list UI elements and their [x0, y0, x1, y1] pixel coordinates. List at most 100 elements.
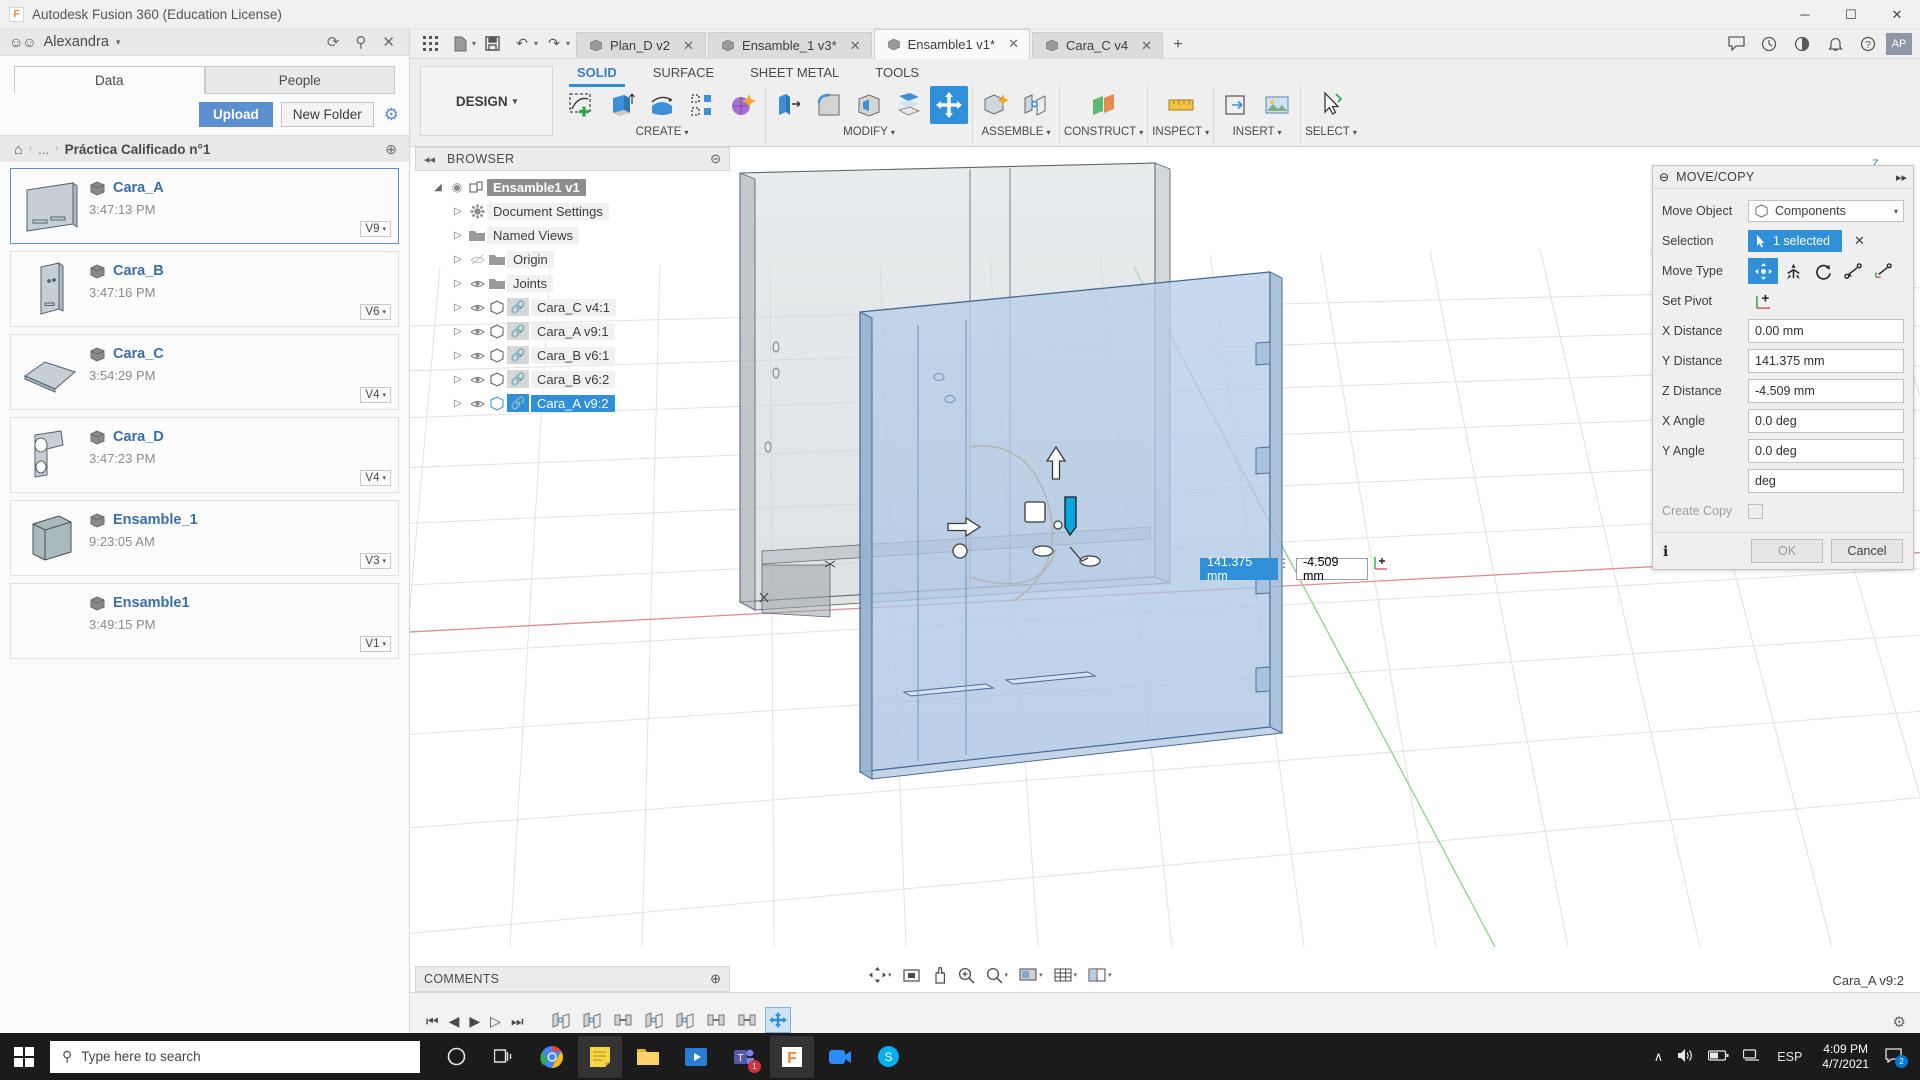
teams-app[interactable]: T 1: [722, 1036, 766, 1078]
close-icon[interactable]: ✕: [1008, 36, 1019, 52]
comments-icon[interactable]: [1721, 31, 1751, 57]
timeline-feature[interactable]: [703, 1007, 729, 1033]
ribbon-tab-tools[interactable]: TOOLS: [857, 59, 937, 85]
file-icon[interactable]: [446, 31, 474, 57]
timeline-feature[interactable]: [672, 1007, 698, 1033]
timeline-feature[interactable]: [579, 1007, 605, 1033]
measure-icon[interactable]: [1162, 86, 1200, 124]
ribbon-group-label[interactable]: MODIFY ▾: [843, 126, 895, 138]
search-input[interactable]: ⚲ Type here to search: [50, 1040, 420, 1073]
action-center-icon[interactable]: 2: [1879, 1047, 1914, 1068]
ribbon-group-label[interactable]: SELECT ▾: [1305, 126, 1357, 138]
y-distance-input[interactable]: 141.375 mm: [1748, 349, 1904, 373]
ok-button[interactable]: OK: [1751, 539, 1823, 563]
start-button[interactable]: [0, 1033, 48, 1080]
grid-snaps-icon[interactable]: ▾: [1050, 963, 1082, 987]
expander-icon[interactable]: ▷: [449, 350, 467, 361]
viewports-icon[interactable]: ▾: [1084, 963, 1116, 987]
pan-icon[interactable]: [927, 963, 951, 987]
chrome-app[interactable]: [530, 1036, 574, 1078]
undo-icon[interactable]: ↶: [508, 31, 536, 57]
expander-icon[interactable]: ▷: [449, 278, 467, 289]
file-card[interactable]: Ensamble1 3:49:15 PM V1 ▾: [10, 583, 399, 659]
tree-node-component[interactable]: ▷ 🔗 Cara_B v6:2: [415, 367, 730, 391]
file-version-badge[interactable]: V3 ▾: [360, 553, 391, 569]
ribbon-group-label[interactable]: CREATE ▾: [636, 126, 689, 138]
clock[interactable]: 4:09 PM 4/7/2021: [1812, 1042, 1879, 1072]
upload-button[interactable]: Upload: [198, 102, 273, 127]
manipulator-z-value-input[interactable]: -4.509 mm: [1296, 555, 1368, 583]
cancel-button[interactable]: Cancel: [1831, 539, 1903, 563]
job-status-icon[interactable]: [1754, 31, 1784, 57]
file-card[interactable]: Cara_C 3:54:29 PM V4 ▾: [10, 334, 399, 410]
visibility-icon[interactable]: ◉: [447, 180, 467, 194]
tree-node-document-settings[interactable]: ▷ Document Settings: [415, 199, 730, 223]
point-to-point-type-button[interactable]: [1838, 258, 1868, 284]
rotate-type-button[interactable]: [1808, 258, 1838, 284]
visibility-off-icon[interactable]: [467, 254, 487, 265]
cortana-icon[interactable]: [434, 1036, 478, 1078]
z-distance-input[interactable]: -4.509 mm: [1748, 379, 1904, 403]
network-icon[interactable]: [1736, 1048, 1767, 1065]
tab-data[interactable]: Data: [14, 66, 205, 94]
media-player-app[interactable]: [674, 1036, 718, 1078]
file-card[interactable]: Cara_A 3:47:13 PM V9 ▾: [10, 168, 399, 244]
zoom-window-chevron-down-icon[interactable]: ▾: [1005, 971, 1009, 979]
undo-chevron-down-icon[interactable]: ▾: [534, 39, 538, 48]
set-pivot-button[interactable]: [1748, 288, 1778, 314]
point-to-position-type-button[interactable]: [1868, 258, 1898, 284]
file-name[interactable]: Cara_D: [113, 429, 164, 445]
ribbon-tab-surface[interactable]: SURFACE: [635, 59, 732, 85]
close-icon[interactable]: ✕: [683, 38, 694, 54]
move-copy-icon[interactable]: [930, 86, 968, 124]
fusion360-app[interactable]: F: [770, 1035, 814, 1078]
home-icon[interactable]: ⌂: [14, 141, 22, 157]
file-version-badge[interactable]: V4 ▾: [360, 470, 391, 486]
workspace-selector[interactable]: DESIGN ▾: [420, 66, 553, 136]
expander-icon[interactable]: ▷: [449, 374, 467, 385]
file-version-badge[interactable]: V4 ▾: [360, 387, 391, 403]
go-to-end-icon[interactable]: ⏭: [511, 1013, 524, 1030]
y-angle-input[interactable]: 0.0 deg: [1748, 439, 1904, 463]
recent-updates-icon[interactable]: [1787, 31, 1817, 57]
maximize-button[interactable]: ☐: [1828, 0, 1874, 29]
timeline-feature[interactable]: [610, 1007, 636, 1033]
comments-panel[interactable]: COMMENTS ⊕: [415, 966, 730, 992]
file-card[interactable]: Cara_D 3:47:23 PM V4 ▾: [10, 417, 399, 493]
ribbon-group-label[interactable]: ASSEMBLE ▾: [981, 126, 1050, 138]
visibility-icon[interactable]: [467, 374, 487, 385]
file-card[interactable]: Cara_B 3:47:16 PM V6 ▾: [10, 251, 399, 327]
browser-menu-icon[interactable]: ⊝: [710, 151, 721, 167]
save-icon[interactable]: [478, 31, 506, 57]
comments-menu-icon[interactable]: ⊕: [710, 971, 721, 987]
ribbon-group-label[interactable]: INSPECT ▾: [1152, 126, 1209, 138]
move-object-select[interactable]: Components ▾: [1748, 200, 1904, 222]
redo-icon[interactable]: ↷: [540, 31, 568, 57]
new-component-icon[interactable]: [977, 86, 1015, 124]
manipulator-drag-dots[interactable]: ⋮: [1278, 556, 1290, 570]
pattern-icon[interactable]: [683, 86, 721, 124]
help-icon[interactable]: ?: [1853, 31, 1883, 57]
expander-icon[interactable]: ▷: [449, 326, 467, 337]
create-copy-checkbox[interactable]: [1748, 503, 1763, 519]
insert-derive-icon[interactable]: [1218, 86, 1256, 124]
volume-icon[interactable]: [1670, 1048, 1701, 1066]
offset-plane-icon[interactable]: [1085, 86, 1123, 124]
team-chevron-down-icon[interactable]: ▾: [116, 37, 121, 48]
insert-mcmaster-icon[interactable]: [1258, 86, 1296, 124]
go-to-beginning-icon[interactable]: ⏮: [426, 1013, 439, 1030]
fillet-icon[interactable]: [810, 86, 848, 124]
visibility-icon[interactable]: [467, 350, 487, 361]
tree-node-origin[interactable]: ▷ Origin: [415, 247, 730, 271]
timeline-feature[interactable]: [641, 1007, 667, 1033]
file-version-badge[interactable]: V1 ▾: [360, 636, 391, 652]
search-icon[interactable]: ⚲: [355, 33, 366, 51]
translate-type-button[interactable]: [1778, 258, 1808, 284]
task-view-icon[interactable]: [482, 1036, 526, 1078]
tree-node-component[interactable]: ▷ 🔗 Cara_C v4:1: [415, 295, 730, 319]
breadcrumb-overflow[interactable]: ...: [38, 142, 49, 157]
file-version-badge[interactable]: V9 ▾: [360, 221, 391, 237]
gear-icon[interactable]: ⚙: [384, 105, 399, 125]
tree-node-component[interactable]: ▷ 🔗 Cara_B v6:1: [415, 343, 730, 367]
refresh-icon[interactable]: ⟳: [327, 33, 340, 51]
